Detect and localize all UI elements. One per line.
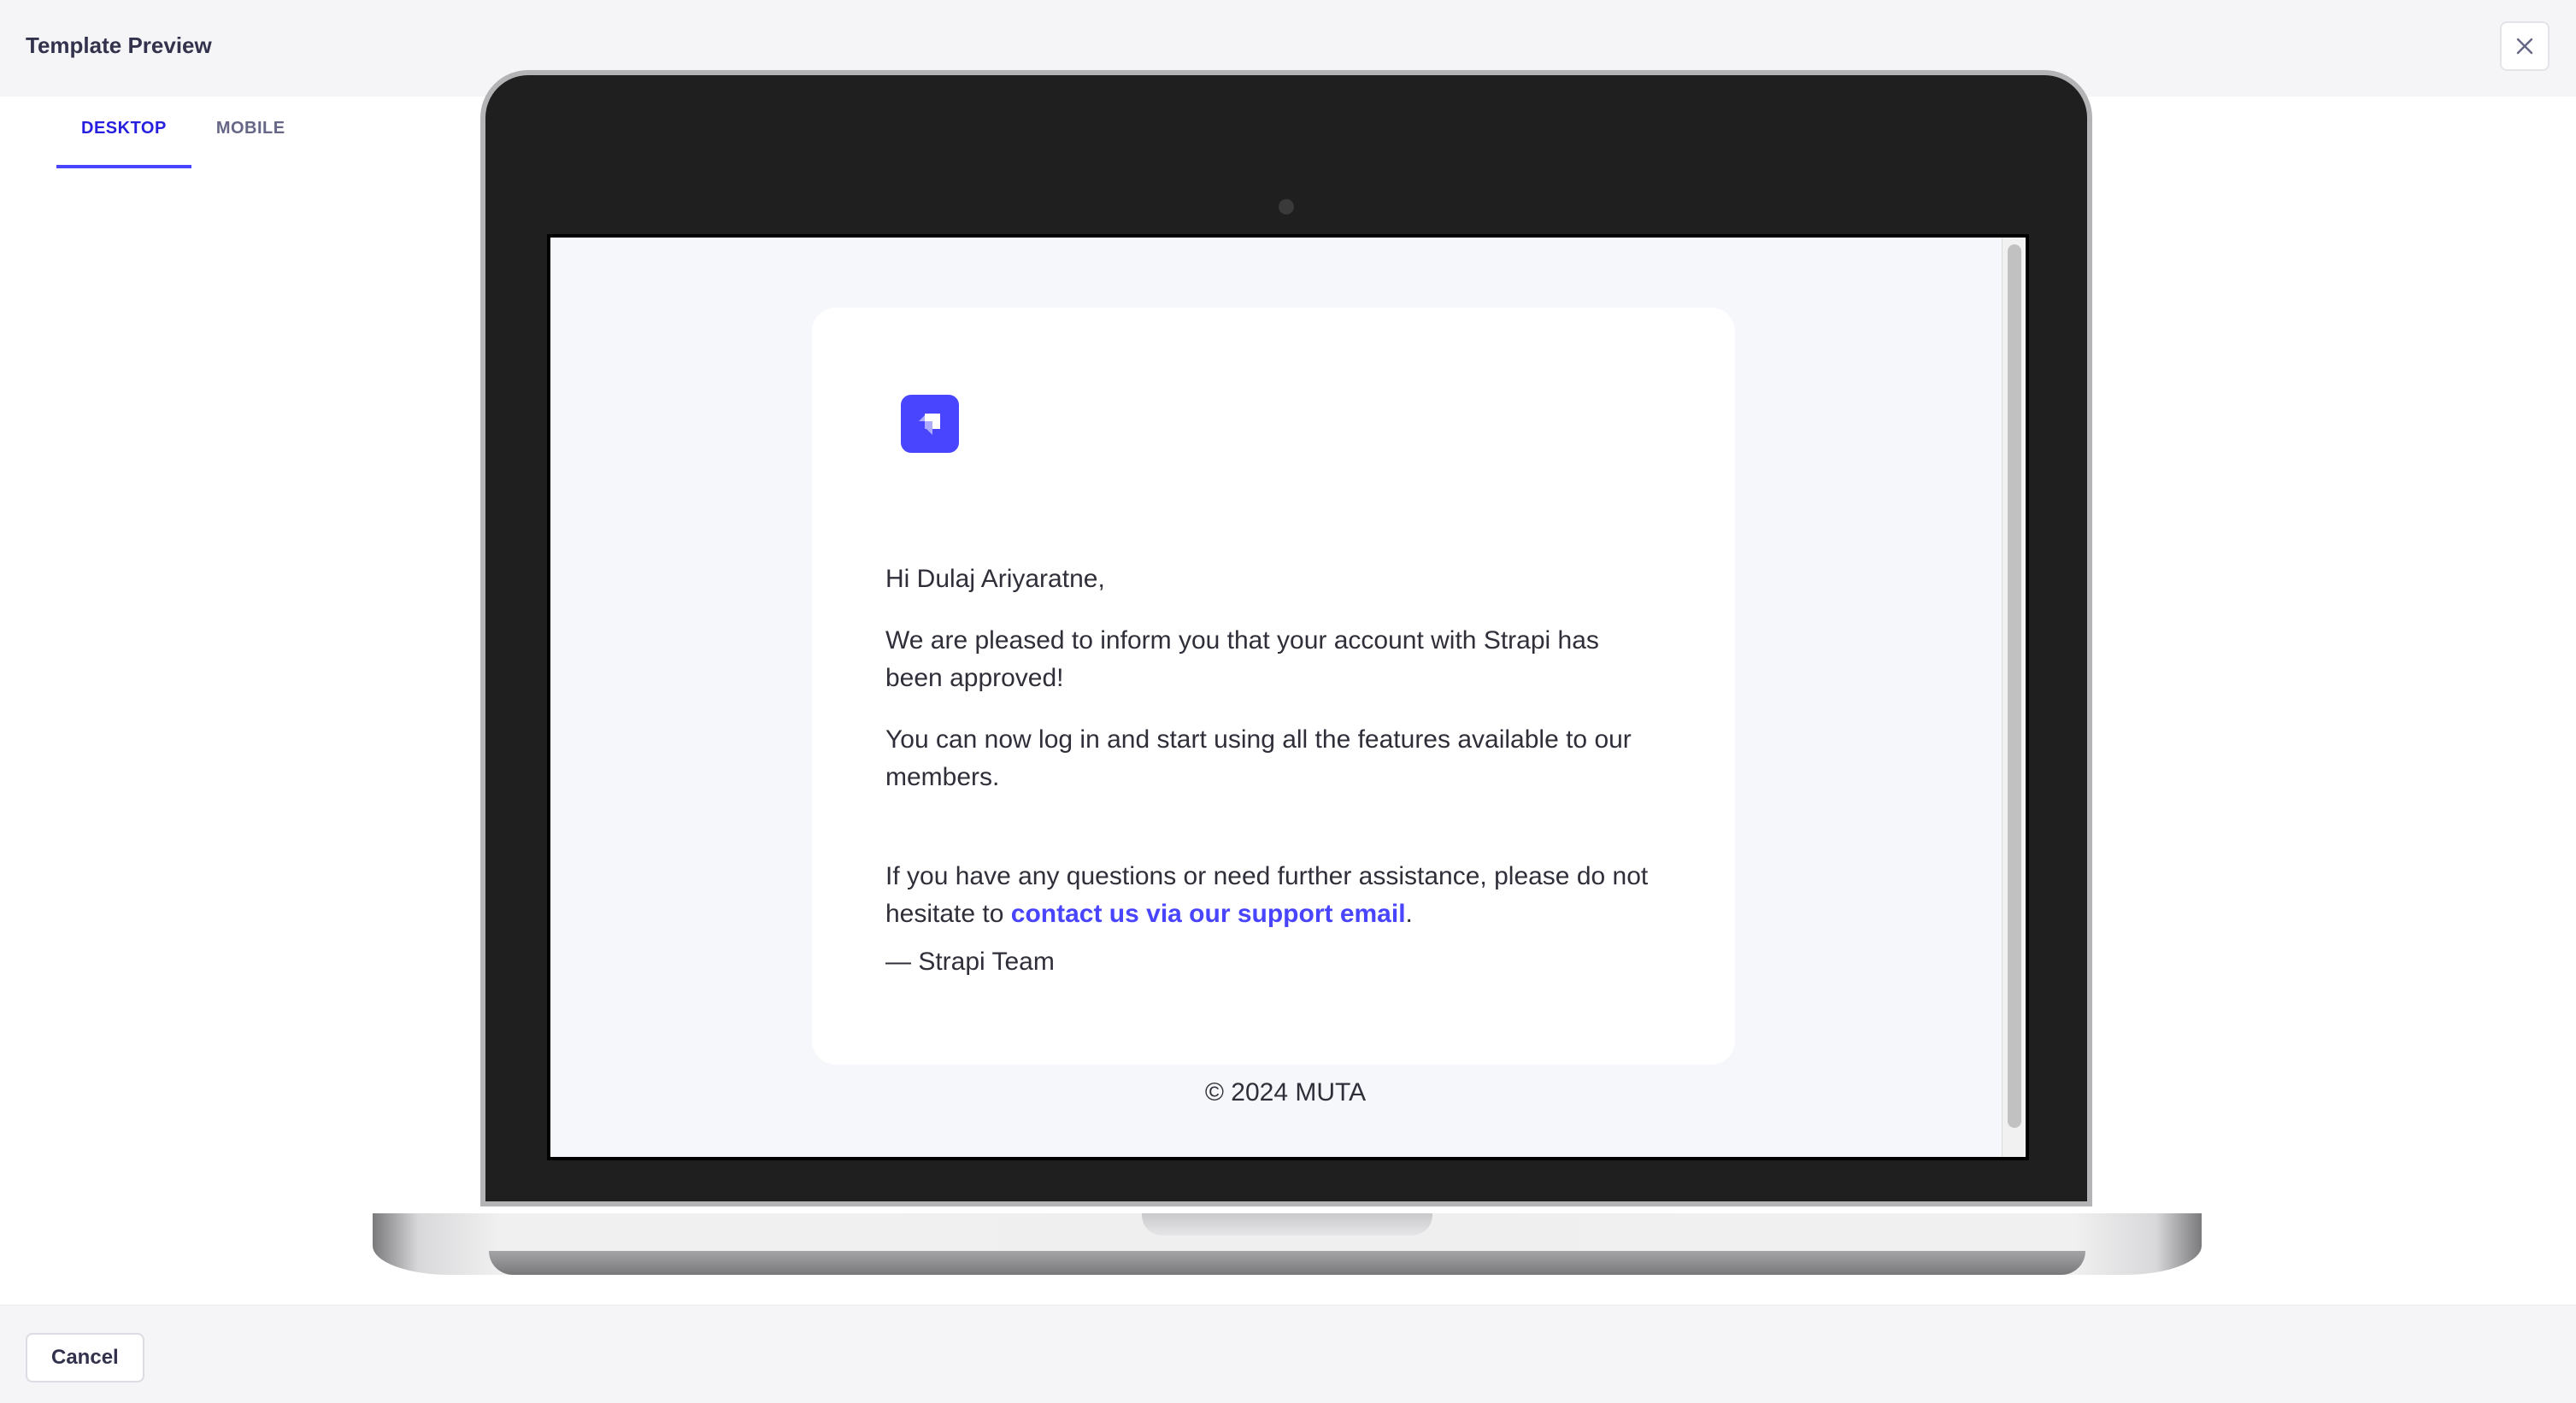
laptop-screen: Hi Dulaj Ariyaratne, We are pleased to i… xyxy=(547,234,2029,1160)
email-paragraph-features: You can now log in and start using all t… xyxy=(885,725,1632,791)
laptop-base xyxy=(373,1213,2202,1275)
email-paragraph-approved: We are pleased to inform you that your a… xyxy=(885,626,1599,692)
support-text-after: . xyxy=(1405,900,1413,928)
camera-icon xyxy=(1279,199,1294,214)
laptop-base-lip xyxy=(489,1251,2085,1275)
tab-mobile[interactable]: MOBILE xyxy=(191,97,310,168)
scrollbar-thumb[interactable] xyxy=(2008,244,2021,1128)
close-icon xyxy=(2516,38,2533,55)
strapi-logo-icon xyxy=(901,395,959,453)
email-copyright: © 2024 MUTA xyxy=(1204,1078,1367,1107)
modal-footer: Cancel xyxy=(0,1305,2576,1403)
email-paragraph-support: If you have any questions or need furthe… xyxy=(885,858,1655,933)
screen-scrollbar[interactable] xyxy=(2002,238,2026,1157)
email-greeting: Hi Dulaj Ariyaratne, xyxy=(885,565,1105,593)
tab-desktop[interactable]: DESKTOP xyxy=(56,97,191,168)
support-email-link[interactable]: contact us via our support email xyxy=(1011,900,1406,928)
modal-title: Template Preview xyxy=(26,32,212,58)
laptop-notch xyxy=(1142,1213,1432,1236)
close-button[interactable] xyxy=(2500,21,2550,71)
cancel-button[interactable]: Cancel xyxy=(26,1333,144,1382)
device-tabs: DESKTOP MOBILE xyxy=(56,97,310,168)
email-signature: — Strapi Team xyxy=(885,948,1055,976)
email-card: Hi Dulaj Ariyaratne, We are pleased to i… xyxy=(812,308,1735,1065)
